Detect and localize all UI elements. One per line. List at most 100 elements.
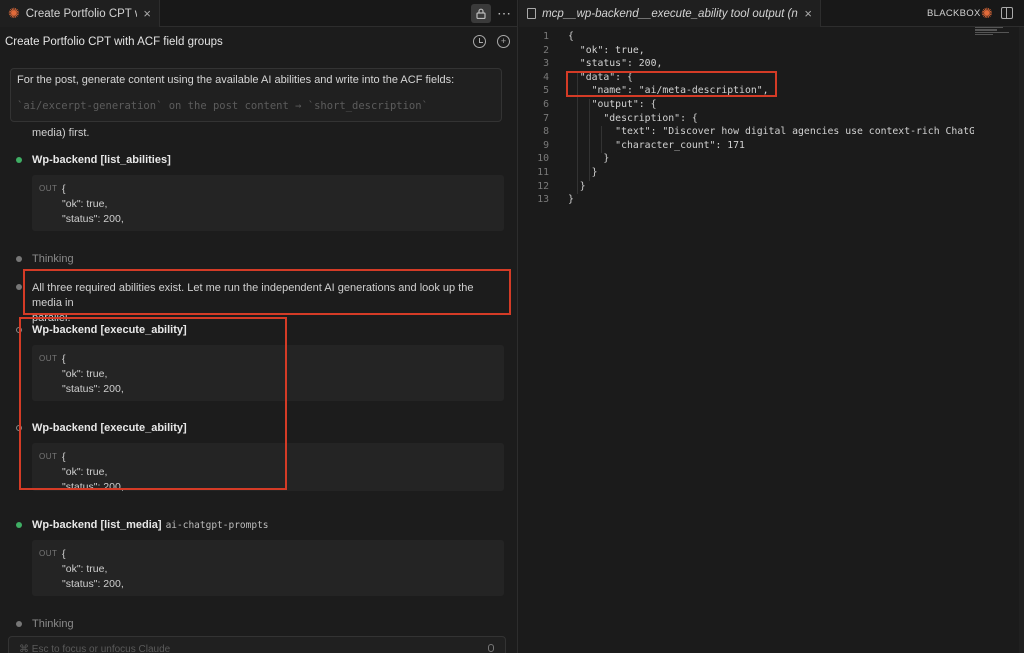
assistant-message: All three required abilities exist. Let … bbox=[32, 281, 502, 326]
tool-title: Wp-backend [list_abilities] bbox=[32, 154, 171, 166]
out-line: { bbox=[62, 183, 66, 195]
status-dot bbox=[16, 327, 22, 333]
line-content: "name": "ai/meta-description", bbox=[568, 85, 769, 97]
thinking-label[interactable]: Thinking bbox=[32, 618, 74, 630]
status-dot bbox=[16, 522, 22, 528]
code-line: 9 "character_count": 171 bbox=[519, 140, 974, 154]
line-number: 2 bbox=[543, 44, 549, 56]
minimap[interactable] bbox=[975, 26, 1011, 42]
history-icon[interactable] bbox=[473, 35, 486, 48]
microphone-icon[interactable] bbox=[488, 644, 494, 652]
line-content: "text": "Discover how digital agencies u… bbox=[615, 126, 974, 138]
chat-panel: ✺ Create Portfolio CPT wit... × ⋯ Create… bbox=[0, 0, 518, 653]
code-line: 7 "description": { bbox=[519, 113, 974, 127]
line-number: 4 bbox=[543, 71, 549, 83]
code-line: 11 } bbox=[519, 167, 974, 181]
claude-star-icon: ✺ bbox=[8, 5, 20, 21]
code-line: 2 "ok": true, bbox=[519, 45, 974, 59]
tool-call-execute-ability[interactable]: Wp-backend [execute_ability] bbox=[32, 324, 187, 336]
tool-call-list-media[interactable]: Wp-backend [list_media] ai-chatgpt-prompt… bbox=[32, 519, 269, 531]
right-tab-bar: mcp__wp-backend__execute_ability tool ou… bbox=[519, 0, 1024, 27]
line-number: 1 bbox=[543, 31, 549, 42]
line-number: 12 bbox=[537, 180, 549, 192]
line-number: 3 bbox=[543, 58, 549, 70]
lock-button[interactable] bbox=[471, 4, 491, 23]
file-icon bbox=[527, 8, 537, 19]
out-line: "ok": true, bbox=[62, 368, 108, 380]
split-editor-icon[interactable] bbox=[1001, 7, 1013, 19]
line-number: 8 bbox=[543, 126, 549, 138]
line-number: 10 bbox=[537, 153, 549, 165]
tool-title: Wp-backend [execute_ability] bbox=[32, 422, 187, 434]
tool-call-list-abilities[interactable]: Wp-backend [list_abilities] bbox=[32, 154, 171, 166]
message-line: All three required abilities exist. Let … bbox=[32, 282, 474, 309]
close-tab-icon[interactable]: × bbox=[804, 6, 812, 21]
left-tab-bar: ✺ Create Portfolio CPT wit... × ⋯ bbox=[0, 0, 517, 27]
tool-output: OUT { "ok": true, "status": 200, bbox=[32, 175, 504, 231]
more-options-icon[interactable]: ⋯ bbox=[497, 5, 511, 22]
out-label: OUT bbox=[39, 354, 58, 363]
code-line: 5 "name": "ai/meta-description", bbox=[519, 85, 974, 99]
tool-output: OUT { "ok": true, "status": 200, bbox=[32, 443, 504, 491]
user-prompt: For the post, generate content using the… bbox=[10, 68, 502, 122]
line-number: 13 bbox=[537, 194, 549, 206]
tool-output: OUT { "ok": true, "status": 200, bbox=[32, 345, 504, 401]
status-dot bbox=[16, 284, 22, 290]
out-line: "status": 200, bbox=[62, 383, 124, 395]
out-label: OUT bbox=[39, 549, 58, 558]
line-number: 6 bbox=[543, 99, 549, 110]
tool-call-execute-ability[interactable]: Wp-backend [execute_ability] bbox=[32, 422, 187, 434]
out-line: "ok": true, bbox=[62, 466, 108, 478]
chat-input[interactable]: ⌘ Esc to focus or unfocus Claude bbox=[8, 636, 506, 653]
line-number: 5 bbox=[543, 85, 549, 97]
status-dot bbox=[16, 256, 22, 262]
scrollbar[interactable] bbox=[1019, 27, 1024, 653]
blackbox-brand[interactable]: BLACKBOX bbox=[927, 8, 981, 19]
out-line: "status": 200, bbox=[62, 578, 124, 590]
code-line: 1{ bbox=[519, 31, 974, 45]
line-content: "status": 200, bbox=[568, 58, 663, 70]
prompt-faded-text: `ai/excerpt-generation` on the post cont… bbox=[17, 100, 428, 112]
out-label: OUT bbox=[39, 184, 58, 193]
status-dot bbox=[16, 157, 22, 163]
new-chat-icon[interactable]: + bbox=[497, 35, 510, 48]
thinking-label[interactable]: Thinking bbox=[32, 253, 74, 265]
code-line: 4 "data": { bbox=[519, 72, 974, 86]
lock-icon bbox=[476, 8, 486, 19]
tool-title: Wp-backend [list_media] bbox=[32, 519, 162, 531]
line-content: "description": { bbox=[568, 112, 698, 124]
input-placeholder: ⌘ Esc to focus or unfocus Claude bbox=[19, 644, 171, 653]
status-dot bbox=[16, 425, 22, 431]
indent-guide bbox=[601, 126, 602, 154]
code-line: 8 "text": "Discover how digital agencies… bbox=[519, 126, 974, 140]
status-dot bbox=[16, 621, 22, 627]
line-content: } bbox=[568, 167, 598, 178]
out-line: "status": 200, bbox=[62, 213, 124, 225]
tab-title: mcp__wp-backend__execute_ability tool ou… bbox=[542, 7, 798, 20]
line-content: { bbox=[568, 31, 574, 42]
truncated-text: media) first. bbox=[32, 127, 90, 139]
tool-title: Wp-backend [execute_ability] bbox=[32, 324, 187, 336]
out-label: OUT bbox=[39, 452, 58, 461]
claude-star-icon[interactable]: ✺ bbox=[981, 5, 993, 22]
line-number: 7 bbox=[543, 112, 549, 124]
code-line: 6 "output": { bbox=[519, 99, 974, 113]
out-line: { bbox=[62, 353, 66, 365]
close-tab-icon[interactable]: × bbox=[143, 6, 151, 21]
tool-argument: ai-chatgpt-prompts bbox=[165, 520, 269, 531]
line-content: "character_count": 171 bbox=[568, 139, 745, 151]
indent-guide bbox=[589, 99, 590, 181]
tab-tool-output[interactable]: mcp__wp-backend__execute_ability tool ou… bbox=[519, 0, 821, 27]
editor-panel: mcp__wp-backend__execute_ability tool ou… bbox=[519, 0, 1024, 653]
out-line: "status": 200, bbox=[62, 481, 124, 491]
out-line: { bbox=[62, 451, 66, 463]
out-line: "ok": true, bbox=[62, 198, 108, 210]
tab-conversation[interactable]: ✺ Create Portfolio CPT wit... × bbox=[0, 0, 160, 27]
line-content: } bbox=[568, 194, 574, 206]
code-line: 12 } bbox=[519, 181, 974, 195]
out-line: { bbox=[62, 548, 66, 560]
code-line: 10 } bbox=[519, 153, 974, 167]
code-line: 13} bbox=[519, 194, 974, 208]
indent-guide bbox=[577, 71, 578, 195]
conversation-title: Create Portfolio CPT with ACF field grou… bbox=[5, 36, 223, 48]
